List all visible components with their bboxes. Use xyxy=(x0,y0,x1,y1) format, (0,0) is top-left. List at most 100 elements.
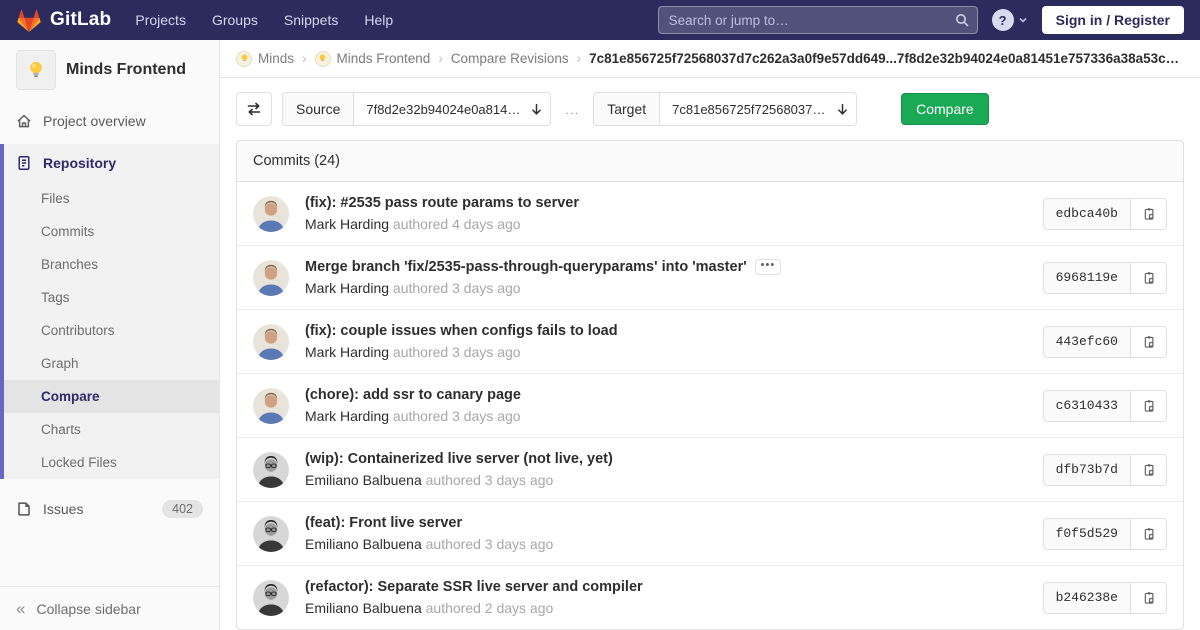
project-name: Minds Frontend xyxy=(66,61,186,78)
project-header[interactable]: Minds Frontend xyxy=(0,40,219,102)
collapse-sidebar-label: Collapse sidebar xyxy=(36,600,141,617)
commit-authored-time: authored 2 days ago xyxy=(425,600,554,616)
avatar-photo xyxy=(253,259,289,296)
sidebar-item-commits[interactable]: Commits xyxy=(4,215,219,248)
lightbulb-icon xyxy=(319,54,326,62)
sign-in-register-button[interactable]: Sign in / Register xyxy=(1041,6,1184,34)
expand-commit-message-button[interactable]: ••• xyxy=(754,259,782,275)
commit-title-link[interactable]: (refactor): Separate SSR live server and… xyxy=(305,579,643,595)
sidebar-item-locked-files[interactable]: Locked Files xyxy=(4,446,219,479)
sidebar-item-branches[interactable]: Branches xyxy=(4,248,219,281)
commit-row: (feat): Front live server Emiliano Balbu… xyxy=(237,501,1183,565)
commit-author-link[interactable]: Mark Harding xyxy=(305,344,389,360)
swap-arrows-icon xyxy=(247,102,261,116)
commit-author-link[interactable]: Mark Harding xyxy=(305,408,389,424)
commit-sha-group: edbca40b xyxy=(1042,197,1167,230)
gitlab-logo[interactable]: GitLab xyxy=(16,8,111,33)
lightbulb-icon xyxy=(30,61,42,78)
commit-author-avatar[interactable] xyxy=(253,323,289,360)
group-avatar xyxy=(236,50,252,67)
navbar-item-snippets[interactable]: Snippets xyxy=(284,12,338,28)
commit-sha: f0f5d529 xyxy=(1042,517,1131,550)
copy-commit-sha-button[interactable] xyxy=(1131,517,1167,550)
target-dropdown-button[interactable] xyxy=(828,93,856,125)
sidebar-item-contributors[interactable]: Contributors xyxy=(4,314,219,347)
commit-author-link[interactable]: Emiliano Balbuena xyxy=(305,472,422,488)
commit-row: (wip): Containerized live server (not li… xyxy=(237,437,1183,501)
commit-author-avatar[interactable] xyxy=(253,259,289,296)
sidebar-item-label: Repository xyxy=(43,155,117,171)
commit-author-avatar[interactable] xyxy=(253,451,289,488)
collapse-sidebar-button[interactable]: « Collapse sidebar xyxy=(0,586,219,630)
avatar-photo xyxy=(253,195,289,232)
sidebar-item-project-overview[interactable]: Project overview xyxy=(0,102,219,140)
commit-sha: edbca40b xyxy=(1042,197,1131,230)
search-input[interactable] xyxy=(657,6,978,34)
target-ref-dropdown[interactable]: 7c81e856725f72568037… xyxy=(660,93,828,125)
source-dropdown-button[interactable] xyxy=(522,93,550,125)
commit-author-link[interactable]: Emiliano Balbuena xyxy=(305,536,422,552)
sidebar-item-charts[interactable]: Charts xyxy=(4,413,219,446)
commit-author-link[interactable]: Emiliano Balbuena xyxy=(305,600,422,616)
gitlab-logo-text: GitLab xyxy=(50,9,112,30)
sidebar-item-compare[interactable]: Compare xyxy=(4,380,219,413)
clipboard-icon xyxy=(1144,591,1153,604)
compare-button[interactable]: Compare xyxy=(901,93,989,125)
commit-author-link[interactable]: Mark Harding xyxy=(305,216,389,232)
commit-author-link[interactable]: Mark Harding xyxy=(305,280,389,296)
source-ref-group: Source 7f8d2e32b94024e0a814… xyxy=(282,92,552,126)
commit-row: (fix): #2535 pass route params to server… xyxy=(237,182,1183,245)
sidebar-item-graph[interactable]: Graph xyxy=(4,347,219,380)
commit-sha-group: f0f5d529 xyxy=(1042,517,1167,550)
help-icon[interactable]: ? xyxy=(991,9,1014,31)
copy-commit-sha-button[interactable] xyxy=(1131,453,1167,486)
commit-author-avatar[interactable] xyxy=(253,515,289,552)
repository-submenu: Files Commits Branches Tags Contributors Grap… xyxy=(4,182,219,479)
commit-title-link[interactable]: (wip): Containerized live server (not li… xyxy=(305,451,613,467)
commit-title-link[interactable]: Merge branch 'fix/2535-pass-through-quer… xyxy=(305,259,747,275)
commit-row: Merge branch 'fix/2535-pass-through-quer… xyxy=(237,245,1183,309)
clipboard-icon xyxy=(1144,271,1153,284)
copy-commit-sha-button[interactable] xyxy=(1131,325,1167,358)
copy-commit-sha-button[interactable] xyxy=(1131,197,1167,230)
sidebar-item-issues[interactable]: Issues 402 xyxy=(0,489,219,529)
breadcrumb-page-link[interactable]: Compare Revisions xyxy=(451,51,569,66)
issues-icon xyxy=(18,502,30,516)
arrow-down-icon xyxy=(837,103,847,115)
project-sidebar: Minds Frontend Project overview Reposito… xyxy=(0,40,220,630)
commit-title-link[interactable]: (fix): #2535 pass route params to server xyxy=(305,195,579,211)
breadcrumb-group-link[interactable]: Minds xyxy=(236,50,295,67)
sidebar-item-files[interactable]: Files xyxy=(4,182,219,215)
sidebar-section-repository: Repository Files Commits Branches Tags Contr… xyxy=(0,144,219,479)
commit-title-link[interactable]: (fix): couple issues when configs fails … xyxy=(305,323,618,339)
commit-row: (refactor): Separate SSR live server and… xyxy=(237,565,1183,629)
commit-title-link[interactable]: (feat): Front live server xyxy=(305,515,462,531)
copy-commit-sha-button[interactable] xyxy=(1131,581,1167,614)
target-ref-group: Target 7c81e856725f72568037… xyxy=(593,92,858,126)
breadcrumb-current-revisions: 7c81e856725f72568037d7c262a3a0f9e57dd649… xyxy=(589,51,1184,66)
commit-authored-time: authored 3 days ago xyxy=(392,408,521,424)
navbar-item-help[interactable]: Help xyxy=(364,12,393,28)
navbar-item-groups[interactable]: Groups xyxy=(212,12,258,28)
clipboard-icon xyxy=(1144,399,1153,412)
help-menu[interactable]: ? xyxy=(991,9,1028,31)
commit-author-avatar[interactable] xyxy=(253,387,289,424)
chevron-down-icon xyxy=(1019,17,1027,23)
sidebar-item-tags[interactable]: Tags xyxy=(4,281,219,314)
commit-author-avatar[interactable] xyxy=(253,579,289,616)
copy-commit-sha-button[interactable] xyxy=(1131,261,1167,294)
commit-author-avatar[interactable] xyxy=(253,195,289,232)
commit-sha: b246238e xyxy=(1042,581,1131,614)
search-icon[interactable] xyxy=(954,12,970,28)
commit-authored-time: authored 3 days ago xyxy=(425,536,554,552)
commit-title-link[interactable]: (chore): add ssr to canary page xyxy=(305,387,521,403)
breadcrumb-group-label: Minds xyxy=(258,51,295,66)
commit-sha-group: dfb73b7d xyxy=(1042,453,1167,486)
copy-commit-sha-button[interactable] xyxy=(1131,389,1167,422)
sidebar-item-repository[interactable]: Repository xyxy=(4,144,219,182)
breadcrumb-project-link[interactable]: Minds Frontend xyxy=(314,50,430,67)
commit-authored-time: authored 3 days ago xyxy=(425,472,554,488)
source-ref-dropdown[interactable]: 7f8d2e32b94024e0a814… xyxy=(354,93,522,125)
swap-revisions-button[interactable] xyxy=(236,92,272,126)
navbar-item-projects[interactable]: Projects xyxy=(135,12,186,28)
